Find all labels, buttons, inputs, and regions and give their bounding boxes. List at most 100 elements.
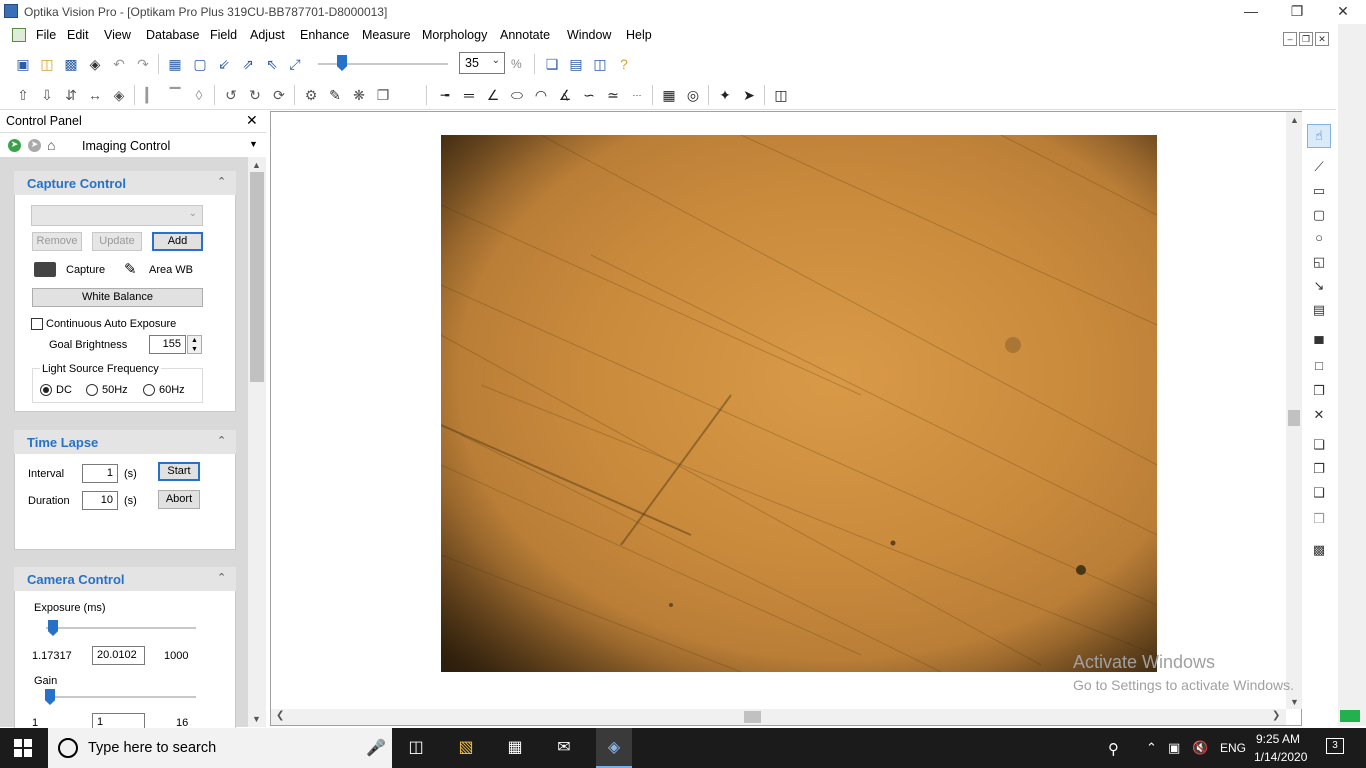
menu-window[interactable]: Window	[567, 28, 611, 42]
arrow-down-icon[interactable]: ⇩	[38, 86, 56, 104]
white-balance-button[interactable]: White Balance	[32, 288, 203, 307]
burn-in-icon[interactable]: ▩	[1310, 541, 1328, 559]
radio-60hz-label[interactable]: 60Hz	[159, 384, 185, 396]
camera-icon[interactable]	[34, 262, 56, 277]
gear-alt-icon[interactable]: ❋	[350, 86, 368, 104]
line-tool-icon[interactable]: ⟋	[1310, 158, 1328, 176]
control-panel-close-icon[interactable]: ✕	[246, 112, 258, 129]
scroll-right-icon[interactable]: ❯	[1272, 710, 1280, 721]
network-disconnected-icon[interactable]: ▣	[1168, 740, 1180, 756]
collapse-icon[interactable]: ⌃	[217, 175, 226, 188]
rotate-free-icon[interactable]: ◈	[110, 86, 128, 104]
scroll-up-icon[interactable]: ▲	[252, 160, 261, 170]
tile-vertical-icon[interactable]: ◫	[591, 55, 609, 73]
mdi-minimize-button[interactable]: –	[1283, 32, 1297, 46]
align-diag-icon[interactable]: ◊	[190, 86, 208, 104]
menu-view[interactable]: View	[104, 28, 131, 42]
caret-down-icon[interactable]: ▼	[249, 139, 258, 149]
menu-measure[interactable]: Measure	[362, 28, 411, 42]
area-wb-label[interactable]: Area WB	[149, 264, 193, 276]
zoom-select[interactable]: 35 ⌄	[459, 52, 505, 74]
add-button[interactable]: Add	[152, 232, 203, 251]
ellipse-tool-icon[interactable]: ○	[1310, 229, 1328, 247]
clock-time[interactable]: 9:25 AM	[1256, 732, 1300, 746]
arrow-up-icon[interactable]: ⇧	[14, 86, 32, 104]
settings-gear-icon[interactable]: ⚙	[302, 86, 320, 104]
rotate-left-90-icon[interactable]: ↺	[222, 86, 240, 104]
undo-icon[interactable]: ↶	[110, 55, 128, 73]
rotate-right-90-icon[interactable]: ↻	[246, 86, 264, 104]
right-scrollbar[interactable]	[1338, 24, 1366, 726]
menu-field[interactable]: Field	[210, 28, 237, 42]
align-left-icon[interactable]: ▎	[142, 86, 160, 104]
group-tool-icon[interactable]: ❒	[1310, 382, 1328, 400]
align-top-icon[interactable]: ▔	[166, 86, 184, 104]
measure-arc-icon[interactable]: ◠	[532, 86, 550, 104]
preset-dropdown[interactable]: ⌄	[31, 205, 203, 226]
store-icon[interactable]: ▦	[503, 736, 527, 760]
flip-vertical-icon[interactable]: ⇵	[62, 86, 80, 104]
fit-window-icon[interactable]: ▦	[166, 55, 184, 73]
radio-50hz[interactable]	[86, 384, 98, 396]
clock-date[interactable]: 1/14/2020	[1254, 750, 1307, 764]
taskbar-search-placeholder[interactable]: Type here to search	[88, 740, 216, 756]
workspace-horizontal-scrollbar[interactable]	[271, 709, 1286, 725]
radio-dc[interactable]	[40, 384, 52, 396]
exposure-input[interactable]: 20.0102	[92, 646, 145, 665]
send-back-icon[interactable]: ❐	[1310, 460, 1328, 478]
pipette-icon[interactable]: ✎	[326, 86, 344, 104]
optika-app-icon[interactable]: ◈	[602, 736, 626, 760]
menu-adjust[interactable]: Adjust	[250, 28, 285, 42]
arrow-tool-icon[interactable]: ↘	[1310, 277, 1328, 295]
windows-start-icon[interactable]	[14, 739, 32, 757]
mail-icon[interactable]: ✉	[552, 736, 576, 760]
open-folder-icon[interactable]: ◫	[38, 55, 56, 73]
radio-dc-label[interactable]: DC	[56, 384, 72, 396]
rotate-180-icon[interactable]: ⟳	[270, 86, 288, 104]
zoom-out-icon[interactable]: ⇙	[215, 55, 233, 73]
pointer-icon[interactable]: ➤	[740, 86, 758, 104]
interval-input[interactable]: 1	[82, 464, 118, 483]
copy-icon[interactable]: ❐	[374, 86, 392, 104]
update-button[interactable]: Update	[92, 232, 142, 251]
radio-50hz-label[interactable]: 50Hz	[102, 384, 128, 396]
document-icon[interactable]	[12, 28, 26, 42]
abort-button[interactable]: Abort	[158, 490, 200, 509]
full-screen-icon[interactable]: ⤢	[286, 55, 304, 73]
start-button[interactable]: Start	[158, 462, 200, 481]
scroll-down-icon[interactable]: ▼	[252, 714, 261, 724]
flip-horizontal-icon[interactable]: ↔	[86, 86, 104, 104]
measure-polyline-icon[interactable]: ∡	[556, 86, 574, 104]
measure-angle-icon[interactable]: ∠	[484, 86, 502, 104]
workspace-hscroll-thumb[interactable]	[744, 711, 761, 723]
continuous-auto-exposure-checkbox[interactable]	[31, 318, 43, 330]
snapshot-icon[interactable]: ◈	[86, 55, 104, 73]
target-icon[interactable]: ◎	[684, 86, 702, 104]
control-panel-scroll-thumb[interactable]	[250, 172, 264, 382]
area-wb-pipette-icon[interactable]: ✎	[124, 260, 137, 278]
capture-label[interactable]: Capture	[66, 264, 105, 276]
fit-width-icon[interactable]: ▢	[191, 55, 209, 73]
cascade-icon[interactable]: ❏	[543, 55, 561, 73]
measure-parallel-icon[interactable]: ═	[460, 86, 478, 104]
maximize-button[interactable]: ❐	[1274, 0, 1320, 24]
collapse-icon[interactable]: ⌃	[217, 571, 226, 584]
measure-profile-icon[interactable]: ≃	[604, 86, 622, 104]
home-icon[interactable]: ⌂	[47, 137, 55, 153]
microphone-icon[interactable]: 🎤	[366, 738, 386, 758]
volume-muted-icon[interactable]: 🔇	[1192, 740, 1208, 756]
menu-morphology[interactable]: Morphology	[422, 28, 487, 42]
menu-annotate[interactable]: Annotate	[500, 28, 550, 42]
paste-shape-icon[interactable]: ❒	[1310, 510, 1328, 528]
minimize-button[interactable]: —	[1228, 0, 1274, 24]
back-icon[interactable]: ➤	[28, 139, 41, 152]
ruler-tool-icon[interactable]: ▄	[1310, 327, 1328, 345]
zoom-in-icon[interactable]: ⇗	[239, 55, 257, 73]
rectangle-tool-icon[interactable]: ▭	[1310, 182, 1328, 200]
menu-database[interactable]: Database	[146, 28, 200, 42]
help-icon[interactable]: ?	[615, 55, 633, 73]
file-explorer-icon[interactable]: ▧	[454, 736, 478, 760]
language-indicator[interactable]: ENG	[1220, 741, 1246, 755]
menu-help[interactable]: Help	[626, 28, 652, 42]
goal-brightness-input[interactable]: 155	[149, 335, 186, 354]
